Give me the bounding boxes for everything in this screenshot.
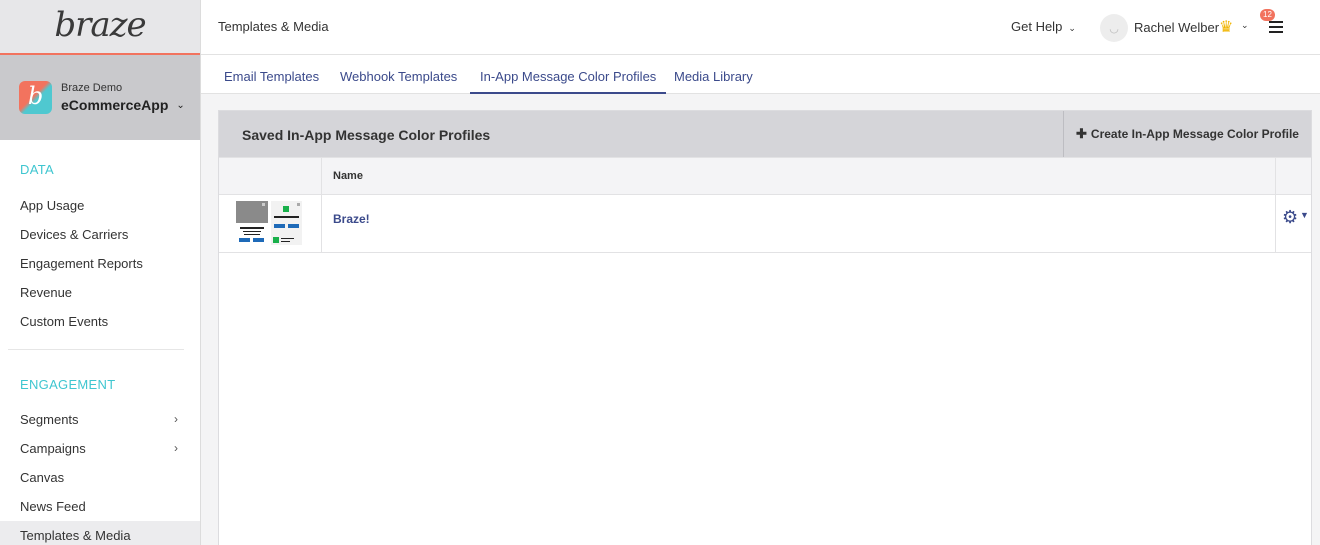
column-header-name[interactable]: Name	[333, 170, 363, 182]
chevron-down-icon[interactable]: ⌄	[1241, 20, 1249, 31]
nav-section-data: DATA	[20, 162, 54, 177]
hamburger-icon	[1269, 21, 1283, 33]
color-profiles-panel: Saved In-App Message Color Profiles ✚ Cr…	[218, 110, 1312, 545]
app-company: Braze Demo	[61, 82, 123, 94]
chevron-down-icon: ⌄	[1068, 23, 1076, 33]
app-name[interactable]: eCommerceApp ⌄	[61, 97, 185, 113]
top-bar: Templates & Media Get Help ⌄ ◡ Rachel Wel…	[201, 0, 1320, 55]
chevron-right-icon: ›	[174, 441, 178, 455]
create-color-profile-button[interactable]: ✚ Create In-App Message Color Profile	[1063, 111, 1311, 157]
sidebar: braze b Braze Demo eCommerceApp ⌄ DATA Ap…	[0, 0, 201, 545]
sidebar-item-devices-carriers[interactable]: Devices & Carriers	[0, 220, 200, 249]
gear-icon[interactable]: ⚙	[1282, 207, 1298, 228]
plus-icon: ✚	[1076, 126, 1087, 141]
sidebar-item-templates-media[interactable]: Templates & Media	[0, 521, 200, 545]
braze-logo[interactable]: braze	[54, 5, 146, 45]
tab-in-app-color-profiles[interactable]: In-App Message Color Profiles	[470, 55, 667, 94]
user-name[interactable]: Rachel Welber	[1134, 20, 1219, 35]
get-help-menu[interactable]: Get Help ⌄	[1011, 19, 1076, 34]
panel-title: Saved In-App Message Color Profiles	[242, 127, 491, 143]
sidebar-item-campaigns[interactable]: Campaigns ›	[0, 434, 200, 463]
nav-section-engagement: ENGAGEMENT	[20, 377, 116, 392]
sidebar-item-revenue[interactable]: Revenue	[0, 278, 200, 307]
table-row[interactable]: Braze! ⚙ ▼	[219, 195, 1311, 253]
app-icon: b	[19, 81, 52, 114]
sidebar-item-canvas[interactable]: Canvas	[0, 463, 200, 492]
sidebar-item-app-usage[interactable]: App Usage	[0, 191, 200, 220]
color-profile-preview-icon	[236, 201, 302, 245]
tab-bar: Email Templates Webhook Templates In-App…	[201, 55, 1320, 94]
crown-icon: ♛	[1219, 19, 1234, 36]
caret-down-icon[interactable]: ▼	[1300, 210, 1309, 220]
sidebar-item-custom-events[interactable]: Custom Events	[0, 307, 200, 336]
avatar[interactable]: ◡	[1100, 14, 1128, 42]
table-header: Name	[219, 157, 1311, 195]
app-switcher[interactable]: b Braze Demo eCommerceApp ⌄	[0, 55, 200, 140]
sidebar-item-engagement-reports[interactable]: Engagement Reports	[0, 249, 200, 278]
notification-badge: 12	[1260, 9, 1275, 21]
sidebar-item-segments[interactable]: Segments ›	[0, 405, 200, 434]
profile-name-link[interactable]: Braze!	[333, 212, 370, 226]
sidebar-item-news-feed[interactable]: News Feed	[0, 492, 200, 521]
logo-area[interactable]: braze	[0, 0, 200, 55]
tab-email-templates[interactable]: Email Templates	[214, 55, 329, 94]
panel-header: Saved In-App Message Color Profiles ✚ Cr…	[219, 111, 1311, 157]
tab-media-library[interactable]: Media Library	[664, 55, 763, 94]
chevron-down-icon: ⌄	[176, 99, 185, 111]
tab-webhook-templates[interactable]: Webhook Templates	[330, 55, 467, 94]
main-menu-button[interactable]: 12	[1260, 9, 1286, 37]
chevron-right-icon: ›	[174, 412, 178, 426]
page-title: Templates & Media	[218, 19, 329, 34]
